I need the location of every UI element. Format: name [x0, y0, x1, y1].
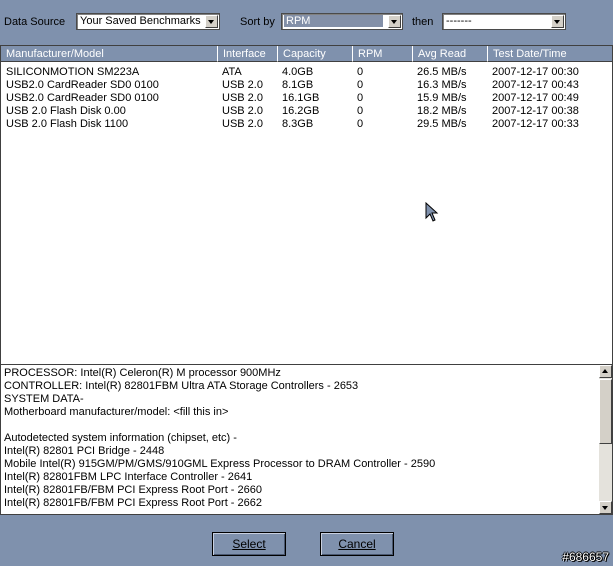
cell-rpm: 0	[357, 118, 364, 130]
cell-avg-read: 16.3 MB/s	[417, 79, 467, 91]
cell-test-date: 2007-12-17 00:43	[492, 79, 579, 91]
cell-rpm: 0	[357, 92, 364, 104]
details-line: CONTROLLER: Intel(R) 82801FBM Ultra ATA …	[4, 380, 359, 392]
column-header-test-date[interactable]: Test Date/Time	[488, 46, 612, 62]
then-value: -------	[446, 15, 472, 27]
cell-avg-read: 15.9 MB/s	[417, 92, 467, 104]
cell-interface: USB 2.0	[222, 92, 263, 104]
details-line: Intel(R) 82801 PCI Bridge - 2448	[4, 445, 165, 457]
cell-model: USB2.0 CardReader SD0 0100	[6, 92, 159, 104]
cell-test-date: 2007-12-17 00:38	[492, 105, 579, 117]
table-row[interactable]: USB2.0 CardReader SD0 0100 USB 2.0 8.1GB…	[1, 79, 612, 92]
sort-by-label: Sort by	[240, 16, 275, 28]
table-row[interactable]: SILICONMOTION SM223A ATA 4.0GB 0 26.5 MB…	[1, 66, 612, 79]
cell-rpm: 0	[357, 105, 364, 117]
column-header-avg-read[interactable]: Avg Read	[413, 46, 488, 62]
sort-by-value: RPM	[284, 15, 383, 27]
cell-rpm: 0	[357, 79, 364, 91]
select-button[interactable]: Select	[212, 532, 286, 556]
column-header-capacity[interactable]: Capacity	[278, 46, 353, 62]
details-line: Intel(R) 82801FB/FBM PCI Express Root Po…	[4, 497, 262, 509]
data-source-dropdown[interactable]: Your Saved Benchmarks	[76, 13, 220, 30]
details-line: Autodetected system information (chipset…	[4, 432, 237, 444]
cell-model: SILICONMOTION SM223A	[6, 66, 140, 78]
cell-capacity: 16.1GB	[282, 92, 320, 104]
column-header-rpm[interactable]: RPM	[353, 46, 413, 62]
cell-test-date: 2007-12-17 00:30	[492, 66, 579, 78]
column-header-interface[interactable]: Interface	[218, 46, 278, 62]
details-line: PROCESSOR: Intel(R) Celeron(R) M process…	[4, 367, 281, 379]
select-button-label: Select	[232, 537, 266, 551]
cell-interface: USB 2.0	[222, 105, 263, 117]
cell-interface: USB 2.0	[222, 79, 263, 91]
cell-avg-read: 29.5 MB/s	[417, 118, 467, 130]
cell-model: USB2.0 CardReader SD0 0100	[6, 79, 159, 91]
chevron-down-icon[interactable]	[388, 15, 401, 28]
cancel-button-label: Cancel	[338, 537, 376, 551]
cell-avg-read: 18.2 MB/s	[417, 105, 467, 117]
sort-by-dropdown[interactable]: RPM	[281, 13, 403, 30]
table-row[interactable]: USB2.0 CardReader SD0 0100 USB 2.0 16.1G…	[1, 92, 612, 105]
cell-test-date: 2007-12-17 00:49	[492, 92, 579, 104]
details-line: SYSTEM DATA-	[4, 393, 84, 405]
cell-rpm: 0	[357, 66, 364, 78]
cell-capacity: 4.0GB	[282, 66, 314, 78]
data-source-value: Your Saved Benchmarks	[80, 15, 201, 27]
cell-avg-read: 26.5 MB/s	[417, 66, 467, 78]
table-row[interactable]: USB 2.0 Flash Disk 1100 USB 2.0 8.3GB 0 …	[1, 118, 612, 131]
table-row[interactable]: USB 2.0 Flash Disk 0.00 USB 2.0 16.2GB 0…	[1, 105, 612, 118]
arrow-up-icon[interactable]	[599, 365, 612, 378]
cell-model: USB 2.0 Flash Disk 1100	[6, 118, 129, 130]
chevron-down-icon[interactable]	[205, 15, 218, 28]
details-scrollbar[interactable]	[599, 365, 612, 514]
cell-capacity: 16.2GB	[282, 105, 320, 117]
cell-test-date: 2007-12-17 00:33	[492, 118, 579, 130]
details-line: Motherboard manufacturer/model: <fill th…	[4, 406, 229, 418]
mouse-pointer-icon	[425, 202, 439, 222]
data-source-label: Data Source	[4, 16, 66, 28]
scrollbar-thumb[interactable]	[599, 379, 612, 444]
cell-interface: USB 2.0	[222, 118, 263, 130]
then-dropdown[interactable]: -------	[442, 13, 566, 30]
details-line: Intel(R) 82801FBM LPC Interface Controll…	[4, 471, 253, 483]
details-line: Intel(R) 82801FB/FBM PCI Express Root Po…	[4, 484, 262, 496]
cancel-button[interactable]: Cancel	[320, 532, 394, 556]
arrow-down-icon[interactable]	[599, 501, 612, 514]
cell-capacity: 8.3GB	[282, 118, 314, 130]
column-header-model[interactable]: Manufacturer/Model	[1, 46, 218, 62]
cell-capacity: 8.1GB	[282, 79, 314, 91]
details-line: Mobile Intel(R) 915GM/PM/GMS/910GML Expr…	[4, 458, 436, 470]
system-details-textarea[interactable]: PROCESSOR: Intel(R) Celeron(R) M process…	[0, 364, 613, 515]
then-label: then	[412, 16, 434, 28]
watermark: #686657	[562, 550, 609, 564]
benchmark-list[interactable]: Manufacturer/Model Interface Capacity RP…	[0, 45, 613, 365]
chevron-down-icon[interactable]	[551, 15, 564, 28]
cell-model: USB 2.0 Flash Disk 0.00	[6, 105, 126, 117]
cell-interface: ATA	[222, 66, 242, 78]
